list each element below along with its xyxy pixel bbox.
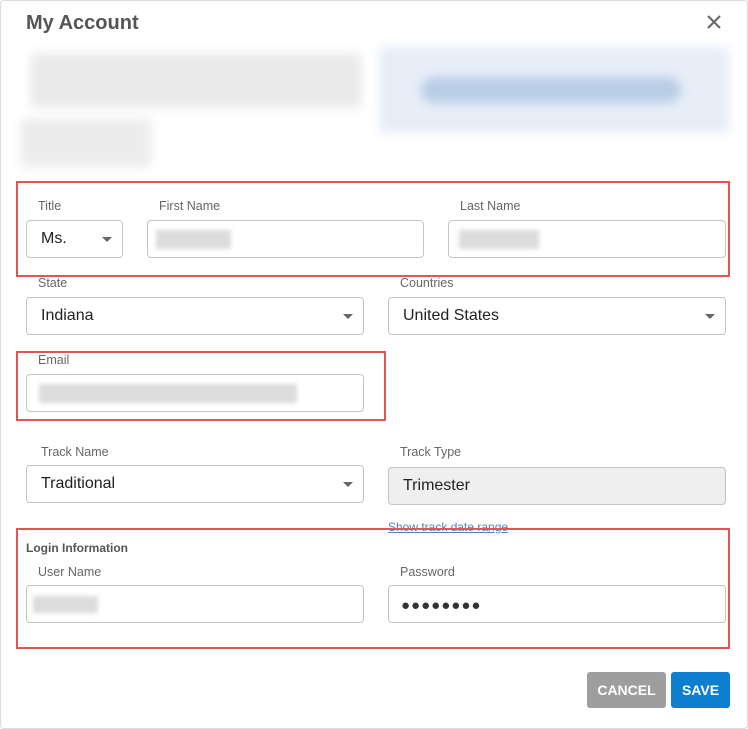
state-select[interactable]: Indiana [26, 297, 364, 335]
track-name-select[interactable]: Traditional [26, 465, 364, 503]
highlight-name-row [16, 181, 730, 277]
dialog-title: My Account [26, 12, 139, 34]
chevron-down-icon [343, 482, 353, 487]
chevron-down-icon [705, 314, 715, 319]
state-label: State [38, 276, 68, 290]
track-name-value: Traditional [41, 475, 116, 492]
track-type-label: Track Type [400, 445, 462, 459]
track-type-field: Trimester [388, 467, 726, 505]
blurred-profile-area [31, 53, 361, 108]
track-type-value: Trimester [403, 477, 470, 494]
countries-label: Countries [400, 276, 454, 290]
state-value: Indiana [41, 307, 94, 324]
blurred-banner-bar [421, 77, 681, 103]
chevron-down-icon [343, 314, 353, 319]
countries-value: United States [403, 307, 500, 324]
highlight-email [16, 351, 386, 421]
track-name-label: Track Name [41, 445, 109, 459]
highlight-login-info [16, 528, 730, 649]
close-icon[interactable] [701, 9, 727, 35]
my-account-dialog: My Account Title Ms. First Name Last Nam… [0, 0, 748, 729]
save-button[interactable]: SAVE [671, 672, 730, 708]
blurred-profile-area-2 [21, 119, 151, 167]
countries-select[interactable]: United States [388, 297, 726, 335]
cancel-button[interactable]: CANCEL [587, 672, 666, 708]
